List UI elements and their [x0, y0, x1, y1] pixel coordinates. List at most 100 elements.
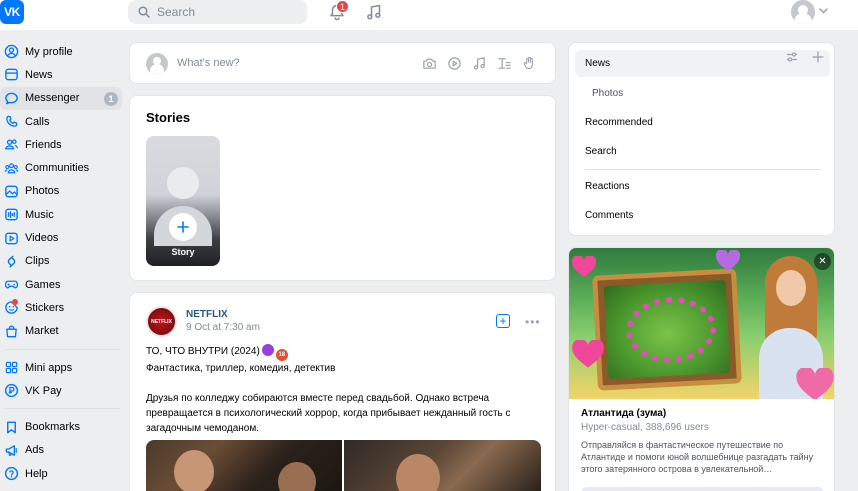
stories-title: Stories [146, 110, 191, 125]
sidebar-item-label: Games [25, 278, 61, 291]
communities-icon [3, 160, 19, 176]
story-avatar-placeholder [167, 167, 199, 199]
heart-icon [571, 256, 597, 277]
composer-attachments [422, 56, 537, 71]
market-bag-icon [3, 323, 19, 339]
phone-icon [3, 114, 19, 130]
left-sidebar: My profile News Messenger 1 Calls Friend… [0, 40, 124, 485]
sidebar-item-market[interactable]: Market [0, 320, 124, 343]
sidebar-item-bookmarks[interactable]: Bookmarks [0, 415, 124, 438]
post-text: ТО, ЧТО ВНУТРИ (2024) 18 Фантастика, трил… [146, 344, 541, 436]
sidebar-item-label: Mini apps [25, 361, 73, 374]
sidebar-item-messenger[interactable]: Messenger 1 [0, 86, 122, 110]
menu-divider [585, 169, 821, 170]
post-line-1: ТО, ЧТО ВНУТРИ (2024) 18 [146, 344, 541, 361]
photo-icon [3, 183, 19, 199]
ad-subtitle: Hyper-casual, 388,696 users [581, 422, 709, 433]
feed-filter-comments[interactable]: Comments [575, 202, 830, 229]
top-header: VK 1 [0, 0, 858, 30]
friends-icon [3, 137, 19, 153]
video-icon [3, 230, 19, 246]
ad-title[interactable]: Атлантида (зума) [581, 408, 666, 419]
sidebar-item-label: Clips [25, 255, 50, 268]
game-ad-card[interactable]: ✕ Атлантида (зума) Hyper-casual, 388,696… [568, 247, 835, 491]
netflix-avatar-logo: NETFLIX [151, 318, 172, 325]
camera-icon[interactable] [422, 56, 437, 71]
megaphone-icon [3, 442, 19, 458]
mini-apps-icon [3, 360, 19, 376]
sidebar-item-communities[interactable]: Communities [0, 156, 124, 179]
filter-settings-icon[interactable] [786, 51, 798, 63]
sidebar-item-stickers[interactable]: Stickers [0, 296, 124, 319]
close-icon[interactable]: ✕ [814, 253, 831, 270]
feed-post: NETFLIX NETFLIX 9 Oct at 7:30 am + ••• Т… [129, 292, 556, 491]
sidebar-item-label: Bookmarks [25, 421, 81, 434]
game-board-art [592, 268, 742, 391]
add-post-icon[interactable]: + [496, 314, 510, 328]
feed-filter-photos[interactable]: Photos [575, 80, 830, 107]
heart-icon [572, 340, 604, 368]
feed-filter-reactions[interactable]: Reactions [575, 173, 830, 200]
sidebar-item-label: Friends [25, 138, 62, 151]
help-icon [3, 466, 19, 482]
sidebar-item-label: My profile [25, 45, 73, 58]
search-icon [138, 6, 150, 18]
music-note-icon[interactable] [472, 56, 487, 71]
sidebar-item-my-profile[interactable]: My profile [0, 40, 124, 63]
composer-avatar [146, 53, 168, 75]
sidebar-item-label: Videos [25, 232, 59, 245]
composer-placeholder[interactable]: What's new? [177, 57, 240, 69]
add-plus-icon[interactable] [812, 51, 824, 63]
sidebar-item-friends[interactable]: Friends [0, 133, 124, 156]
post-date[interactable]: 9 Oct at 7:30 am [186, 322, 260, 333]
search-box[interactable] [128, 0, 307, 24]
ad-description: Отправляйся в фантастическое путешествие… [581, 440, 814, 474]
sidebar-item-games[interactable]: Games [0, 273, 124, 296]
notification-badge: 1 [336, 0, 349, 13]
post-author-link[interactable]: NETFLIX [186, 309, 228, 320]
bookmark-icon [3, 419, 19, 435]
clip-hand-icon[interactable] [522, 56, 537, 71]
sidebar-item-help[interactable]: Help [0, 462, 124, 485]
sidebar-item-videos[interactable]: Videos [0, 226, 124, 249]
devil-emoji-icon [261, 344, 274, 356]
sidebar-item-label: Music [25, 208, 54, 221]
sidebar-item-music[interactable]: Music [0, 203, 124, 226]
sidebar-item-mini-apps[interactable]: Mini apps [0, 356, 124, 379]
ad-play-button[interactable] [581, 487, 824, 491]
sidebar-item-ads[interactable]: Ads [0, 439, 124, 462]
plus-icon[interactable] [169, 213, 197, 241]
sidebar-item-label: Help [25, 467, 48, 480]
create-story-card[interactable]: Story [146, 136, 220, 266]
post-composer[interactable]: What's new? [129, 42, 556, 84]
chevron-down-icon[interactable] [819, 8, 828, 14]
sidebar-item-vk-pay[interactable]: VK Pay [0, 379, 124, 402]
game-ad-image[interactable]: ✕ [569, 248, 834, 399]
user-avatar[interactable] [791, 0, 815, 24]
feed-filter-search[interactable]: Search [575, 138, 830, 165]
sidebar-item-label: Market [25, 325, 59, 338]
netflix-avatar[interactable]: NETFLIX [146, 306, 177, 337]
feed-tools [786, 51, 824, 63]
feed-filter-menu: News Photos Recommended Search Reactions… [568, 42, 835, 236]
sidebar-item-calls[interactable]: Calls [0, 110, 124, 133]
sidebar-item-news[interactable]: News [0, 63, 124, 86]
user-circle-icon [3, 44, 19, 60]
feed-filter-recommended[interactable]: Recommended [575, 109, 830, 136]
sidebar-item-photos[interactable]: Photos [0, 180, 124, 203]
post-image-left[interactable] [146, 440, 342, 491]
create-story-label: Story [171, 247, 195, 257]
post-image-right[interactable] [344, 440, 541, 491]
sidebar-item-clips[interactable]: Clips [0, 250, 124, 273]
sidebar-item-label: Stickers [25, 301, 65, 314]
article-icon[interactable] [497, 56, 512, 71]
chat-bubble-icon [3, 90, 19, 106]
sidebar-divider [4, 348, 120, 350]
music-icon [3, 207, 19, 223]
more-options-icon[interactable]: ••• [525, 315, 541, 329]
search-input[interactable] [157, 5, 287, 19]
video-clip-icon[interactable] [447, 56, 462, 71]
clips-icon [3, 253, 19, 269]
music-player-icon[interactable] [365, 3, 383, 21]
vk-logo[interactable]: VK [0, 0, 24, 24]
